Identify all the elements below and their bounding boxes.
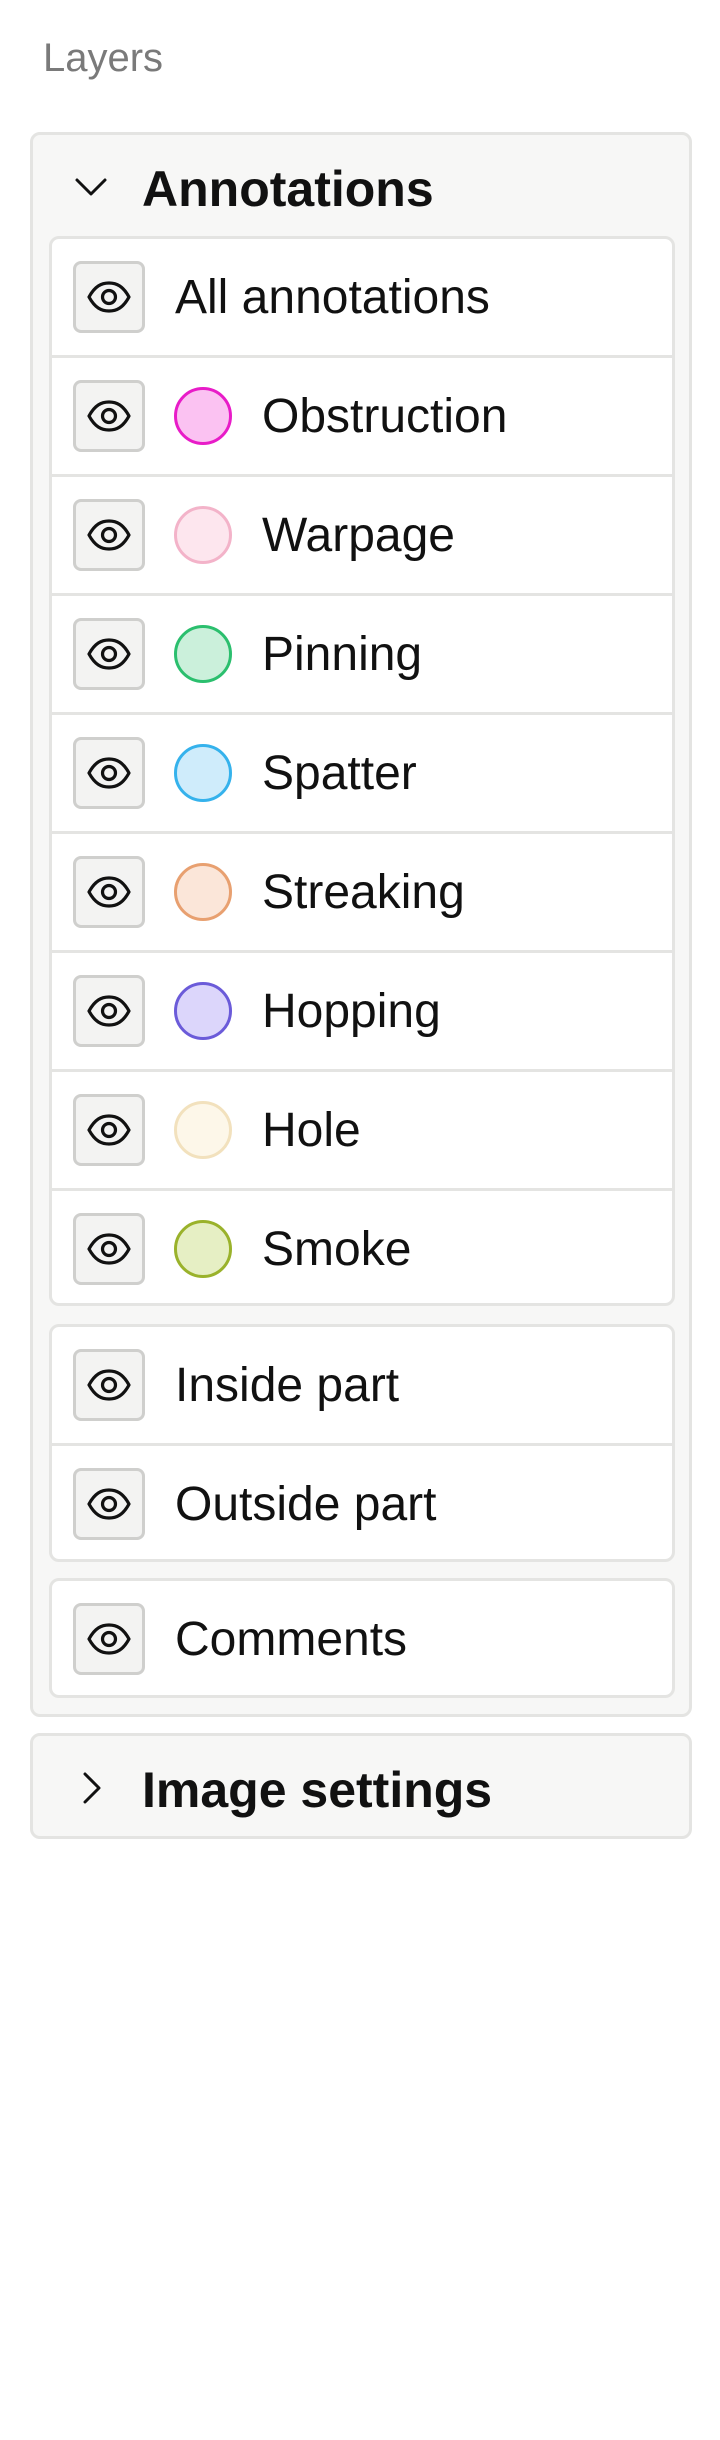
chevron-down-icon xyxy=(69,165,113,209)
color-swatch-pinning xyxy=(174,625,232,683)
layer-row-warpage[interactable]: Warpage xyxy=(52,477,672,596)
layer-label: Warpage xyxy=(262,509,455,562)
layer-label: Hopping xyxy=(262,985,441,1038)
visibility-toggle-all-annotations[interactable] xyxy=(73,261,145,333)
layer-row-inside-part[interactable]: Inside part xyxy=(52,1327,672,1446)
annotations-section-title: Annotations xyxy=(142,161,434,217)
layer-label: Outside part xyxy=(175,1478,437,1531)
eye-icon xyxy=(87,400,131,432)
layer-row-pinning[interactable]: Pinning xyxy=(52,596,672,715)
color-swatch-warpage xyxy=(174,506,232,564)
visibility-toggle-outside-part[interactable] xyxy=(73,1468,145,1540)
chevron-right-icon xyxy=(69,1766,113,1810)
image-settings-section-header[interactable]: Image settings xyxy=(33,1736,689,1842)
layer-row-hole[interactable]: Hole xyxy=(52,1072,672,1191)
color-swatch-smoke xyxy=(174,1220,232,1278)
eye-icon xyxy=(87,281,131,313)
visibility-toggle-obstruction[interactable] xyxy=(73,380,145,452)
layer-label: Inside part xyxy=(175,1359,400,1412)
layer-label: Spatter xyxy=(262,747,417,800)
annotation-classes-group: All annotations Obstruction Warpage Pinn… xyxy=(49,236,675,1306)
visibility-toggle-warpage[interactable] xyxy=(73,499,145,571)
color-swatch-streaking xyxy=(174,863,232,921)
visibility-toggle-smoke[interactable] xyxy=(73,1213,145,1285)
layer-row-streaking[interactable]: Streaking xyxy=(52,834,672,953)
visibility-toggle-streaking[interactable] xyxy=(73,856,145,928)
eye-icon xyxy=(87,638,131,670)
layer-row-all-annotations[interactable]: All annotations xyxy=(52,239,672,358)
eye-icon xyxy=(87,1623,131,1655)
layer-row-smoke[interactable]: Smoke xyxy=(52,1191,672,1303)
layer-label: Obstruction xyxy=(262,390,508,443)
layer-row-spatter[interactable]: Spatter xyxy=(52,715,672,834)
layer-label: All annotations xyxy=(175,271,490,324)
color-swatch-spatter xyxy=(174,744,232,802)
layer-row-comments[interactable]: Comments xyxy=(52,1581,672,1695)
layer-row-hopping[interactable]: Hopping xyxy=(52,953,672,1072)
layer-label: Smoke xyxy=(262,1223,412,1276)
eye-icon xyxy=(87,995,131,1027)
color-swatch-obstruction xyxy=(174,387,232,445)
layer-row-obstruction[interactable]: Obstruction xyxy=(52,358,672,477)
eye-icon xyxy=(87,1114,131,1146)
part-layers-group: Inside part Outside part xyxy=(49,1324,675,1562)
visibility-toggle-hole[interactable] xyxy=(73,1094,145,1166)
comments-group: Comments xyxy=(49,1578,675,1698)
eye-icon xyxy=(87,1369,131,1401)
image-settings-section: Image settings xyxy=(30,1733,692,1839)
eye-icon xyxy=(87,519,131,551)
eye-icon xyxy=(87,876,131,908)
annotations-section: Annotations All annotations Obstruction xyxy=(30,132,692,1717)
panel-title: Layers xyxy=(43,36,164,80)
annotations-section-header[interactable]: Annotations xyxy=(33,135,689,241)
visibility-toggle-inside-part[interactable] xyxy=(73,1349,145,1421)
color-swatch-hopping xyxy=(174,982,232,1040)
visibility-toggle-spatter[interactable] xyxy=(73,737,145,809)
visibility-toggle-comments[interactable] xyxy=(73,1603,145,1675)
eye-icon xyxy=(87,757,131,789)
visibility-toggle-pinning[interactable] xyxy=(73,618,145,690)
layer-label: Comments xyxy=(175,1613,408,1666)
eye-icon xyxy=(87,1233,131,1265)
layer-row-outside-part[interactable]: Outside part xyxy=(52,1446,672,1559)
layer-label: Hole xyxy=(262,1104,361,1157)
image-settings-section-title: Image settings xyxy=(142,1762,493,1818)
color-swatch-hole xyxy=(174,1101,232,1159)
layer-label: Pinning xyxy=(262,628,423,681)
eye-icon xyxy=(87,1488,131,1520)
layer-label: Streaking xyxy=(262,866,465,919)
visibility-toggle-hopping[interactable] xyxy=(73,975,145,1047)
